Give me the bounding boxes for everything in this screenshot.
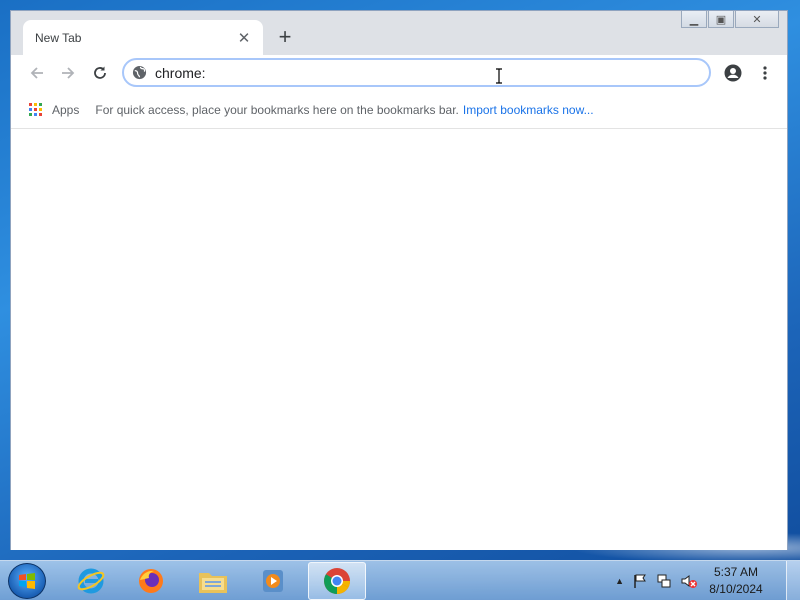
forward-button[interactable] [56,61,80,85]
clock-date: 8/10/2024 [709,582,763,596]
maximize-button[interactable]: ▣ [708,11,734,28]
internet-explorer-icon [77,568,105,594]
apps-dot [39,108,42,111]
import-bookmarks-link[interactable]: Import bookmarks now... [463,103,594,117]
chrome-icon [324,568,351,595]
apps-label: Apps [52,102,80,117]
firefox-icon [139,569,163,593]
tab-close-icon[interactable]: ✕ [235,29,253,47]
system-tray: ▲ 5:37 AM 8/10/2024 [615,561,766,600]
address-input[interactable] [155,64,675,81]
apps-dot [39,103,42,106]
close-window-button[interactable]: ✕ [735,11,779,28]
volume-muted-icon[interactable] [680,573,698,589]
chrome-window: New Tab ✕ + ▁ ▣ ✕ chrome: Apps For quick… [10,10,788,550]
toolbar [11,55,787,91]
bookmarks-bar: Apps For quick access, place your bookma… [11,91,787,129]
show-hidden-icons-button[interactable]: ▲ [615,576,624,586]
tab-title: New Tab [35,30,82,45]
back-button[interactable] [25,61,49,85]
taskbar-firefox[interactable] [122,562,180,600]
bookmarks-hint: For quick access, place your bookmarks h… [95,102,459,117]
start-button[interactable] [8,563,46,599]
apps-dot [34,103,37,106]
taskbar-internet-explorer[interactable] [62,562,120,600]
apps-dot [34,108,37,111]
reload-icon [94,66,106,79]
clock-time: 5:37 AM [713,565,759,579]
windows-logo-icon [19,573,35,589]
taskbar-chrome[interactable] [308,562,366,600]
show-desktop-button[interactable] [786,561,800,600]
window-controls: ▁ ▣ ✕ [681,11,779,29]
three-dots-vertical-icon [763,66,767,80]
new-tab-button[interactable]: + [273,25,297,49]
arrow-left-icon [30,67,43,79]
network-icon[interactable] [656,573,672,589]
reload-button[interactable] [88,61,112,85]
minimize-button[interactable]: ▁ [681,11,707,28]
apps-dot [39,113,42,116]
taskbar: ▲ 5:37 AM 8/10/2024 [0,560,800,600]
apps-grid-icon [29,103,42,116]
address-bar[interactable] [122,58,711,87]
media-player-icon [263,570,283,592]
apps-dot [29,103,32,106]
menu-button[interactable] [753,61,777,85]
apps-dot [29,113,32,116]
arrow-right-icon [62,67,75,79]
profile-button[interactable] [721,61,745,85]
tab-new-tab[interactable]: New Tab ✕ [23,20,263,55]
action-center-flag-icon[interactable] [632,573,648,589]
page-content[interactable] [11,129,787,550]
clock[interactable]: 5:37 AM 8/10/2024 [706,564,766,598]
folder-icon [199,573,227,593]
apps-shortcut[interactable]: Apps [29,103,79,117]
apps-dot [34,113,37,116]
title-bar[interactable]: New Tab ✕ + ▁ ▣ ✕ [11,11,787,55]
apps-dot [29,108,32,111]
taskbar-media-player[interactable] [244,562,302,600]
taskbar-file-explorer[interactable] [184,562,242,600]
text-cursor-icon [496,68,502,84]
globe-icon[interactable] [132,65,147,80]
account-circle-icon [724,64,742,82]
